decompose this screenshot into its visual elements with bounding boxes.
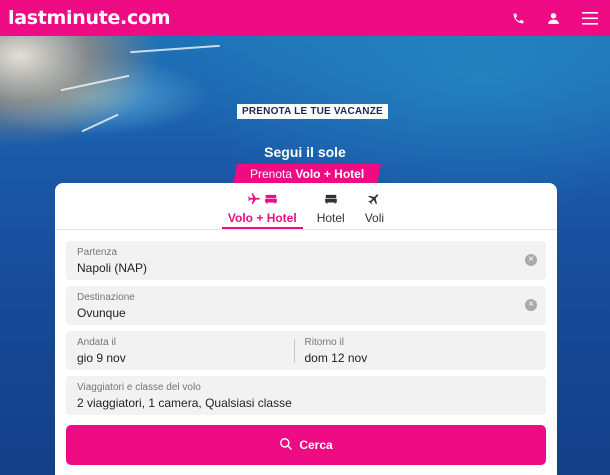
field-label: Partenza (77, 247, 118, 258)
top-header: lastminute.com (0, 0, 610, 36)
bed-icon (264, 192, 278, 209)
promo-tag: PRENOTA LE TUE VACANZE (237, 104, 388, 119)
clear-icon[interactable]: × (525, 299, 537, 311)
search-card: Volo + Hotel Hotel Voli Partenza Napoli … (55, 183, 557, 475)
search-button[interactable]: Cerca (66, 425, 546, 465)
clear-icon[interactable]: × (525, 254, 537, 266)
field-value: gio 9 nov (77, 351, 126, 365)
field-value: Napoli (NAP) (77, 261, 148, 275)
field-value: Ovunque (77, 306, 126, 320)
promo-prefix: Prenota (249, 167, 292, 181)
phone-icon[interactable] (512, 12, 525, 25)
promo-banner[interactable]: Prenota Volo + Hotel (233, 164, 381, 185)
field-label: Andata il (77, 337, 116, 348)
product-tabs: Volo + Hotel Hotel Voli (55, 183, 557, 230)
promo-highlight: Volo + Hotel (295, 167, 365, 181)
boat-wake (130, 44, 220, 54)
field-label: Viaggiatori e classe del volo (77, 382, 201, 393)
plane-icon (247, 192, 261, 209)
logo[interactable]: lastminute.com (8, 7, 171, 29)
boat-wake (60, 74, 130, 92)
divider (293, 339, 295, 363)
bed-icon (324, 192, 338, 209)
tab-flight-hotel[interactable]: Volo + Hotel (221, 183, 303, 229)
travellers-field[interactable]: Viaggiatori e classe del volo 2 viaggiat… (66, 376, 546, 415)
dates-field: Andata il gio 9 nov Ritorno il dom 12 no… (66, 331, 546, 370)
departure-field[interactable]: Partenza Napoli (NAP) × (66, 241, 546, 280)
field-label: Ritorno il (304, 337, 344, 348)
search-label: Cerca (299, 438, 333, 452)
tab-label: Volo + Hotel (227, 211, 297, 225)
menu-icon[interactable] (582, 11, 598, 25)
outbound-date-field[interactable]: Andata il gio 9 nov (77, 337, 308, 365)
user-icon[interactable] (547, 12, 560, 25)
plane-icon (367, 192, 381, 209)
return-date-field[interactable]: Ritorno il dom 12 nov (305, 337, 536, 365)
tab-flights[interactable]: Voli (359, 183, 390, 229)
field-value: dom 12 nov (304, 351, 368, 365)
hero-title: Segui il sole (264, 144, 346, 160)
header-actions (512, 11, 602, 25)
destination-field[interactable]: Destinazione Ovunque × (66, 286, 546, 325)
boat-wake (81, 113, 119, 133)
search-icon (279, 437, 293, 454)
tab-hotel[interactable]: Hotel (311, 183, 351, 229)
tab-label: Hotel (316, 211, 345, 225)
field-label: Destinazione (77, 292, 135, 303)
tab-label: Voli (364, 211, 385, 225)
field-value: 2 viaggiatori, 1 camera, Qualsiasi class… (77, 396, 292, 410)
